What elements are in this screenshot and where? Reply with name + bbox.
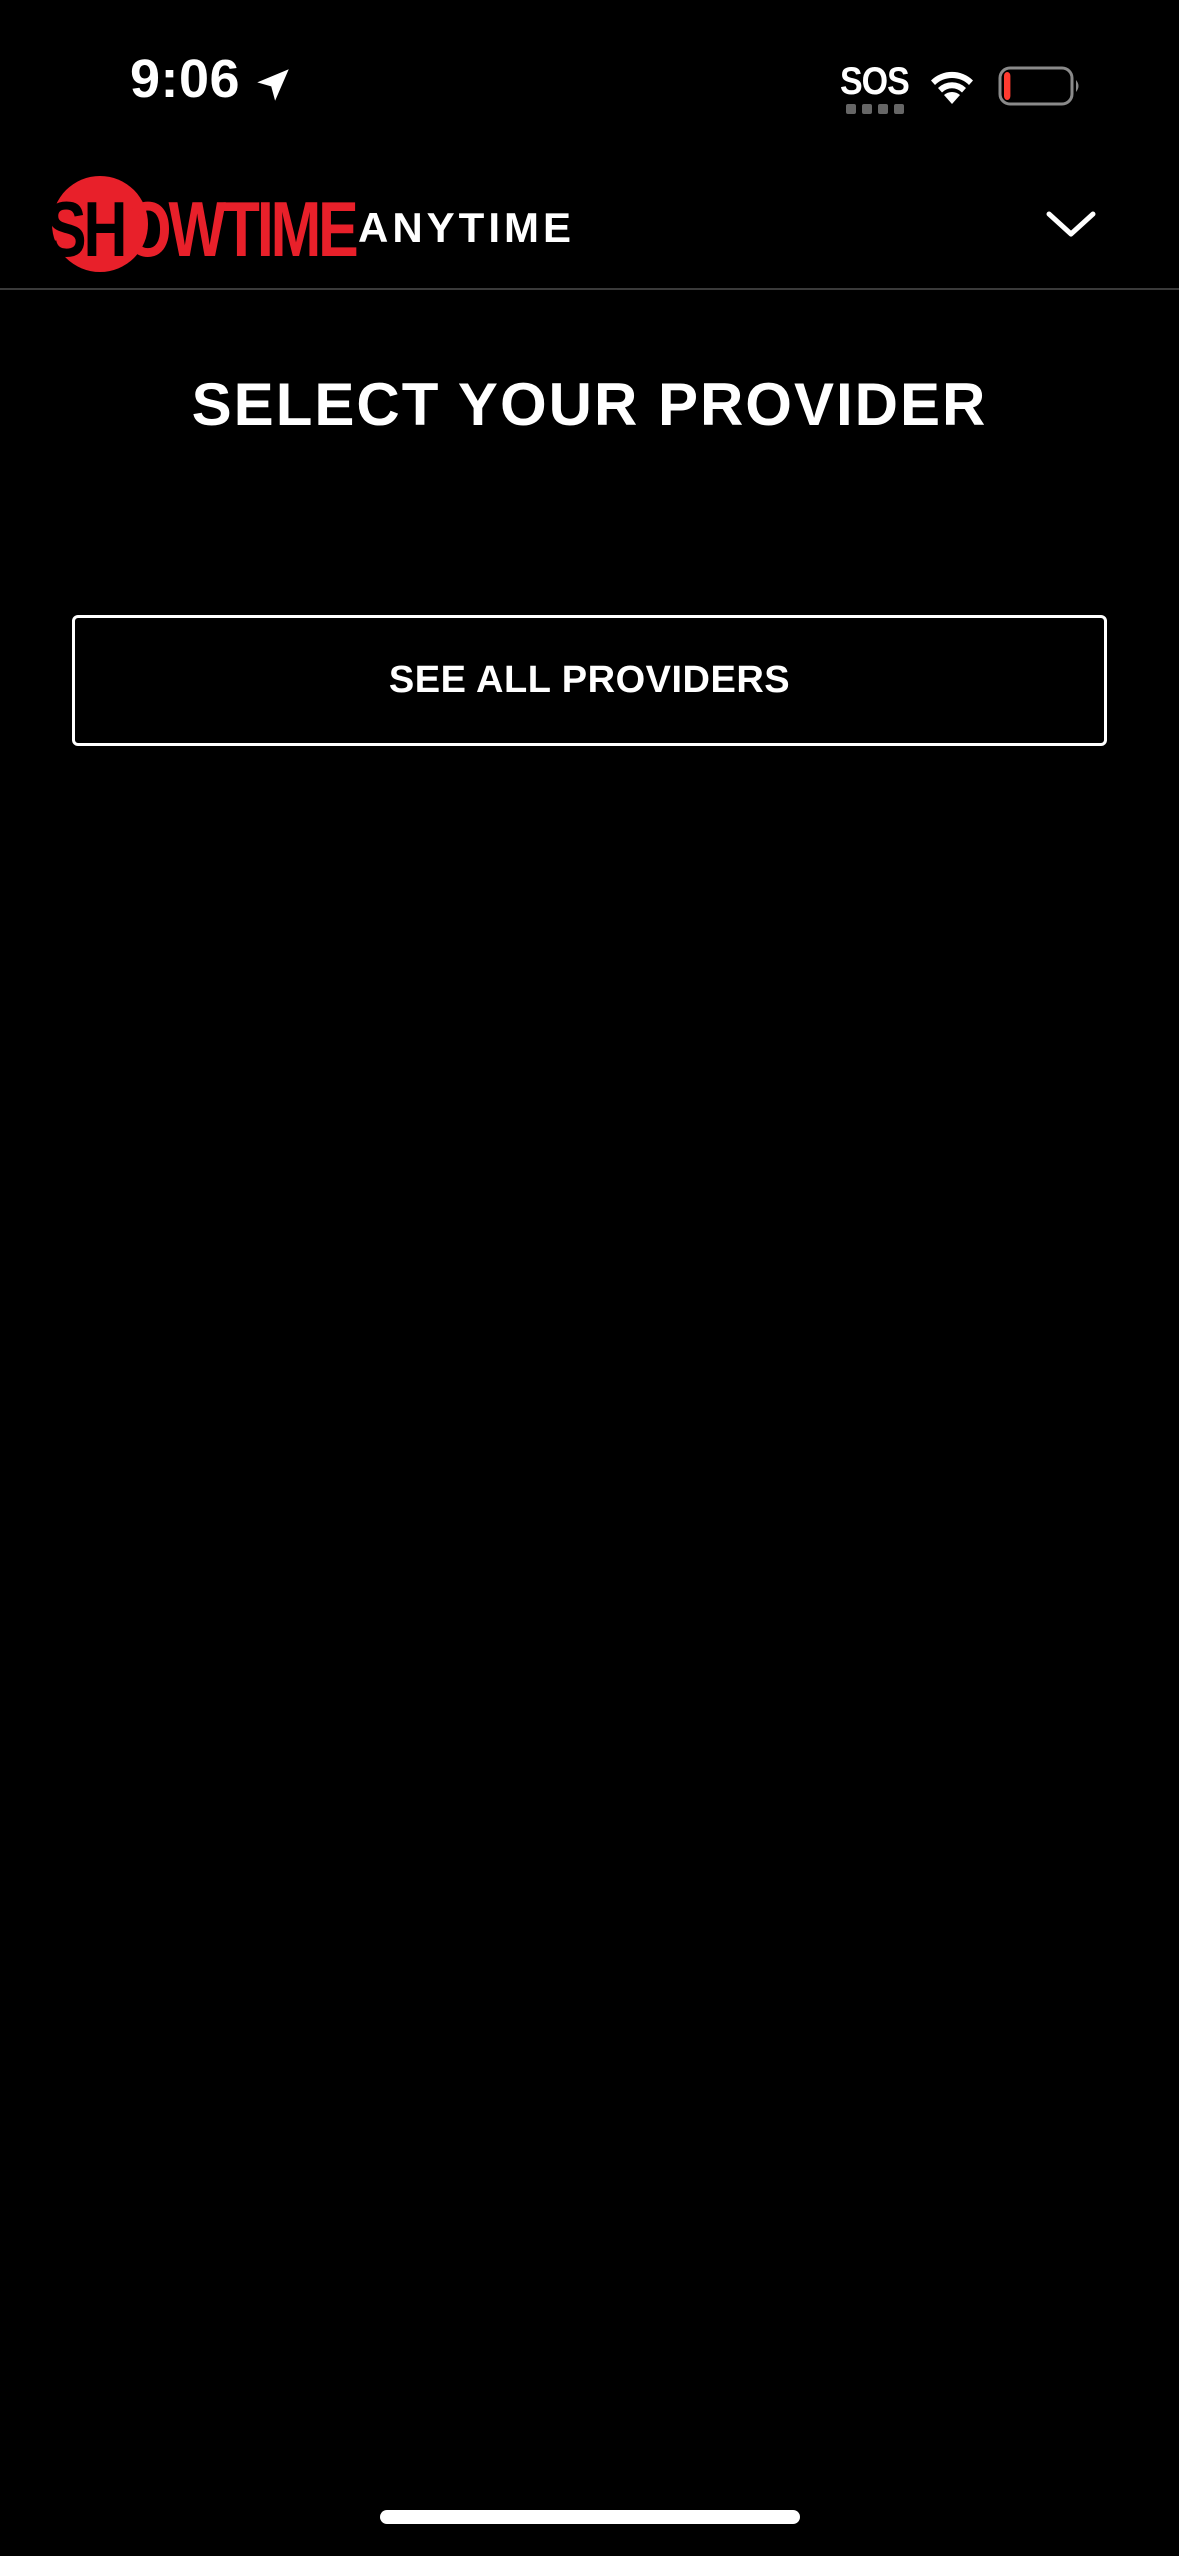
- app-header: SHOWTIME ANYTIME: [0, 150, 1179, 290]
- showtime-anytime-logo[interactable]: SHOWTIME ANYTIME: [46, 174, 571, 284]
- sos-label: SOS: [840, 59, 910, 104]
- chevron-down-icon[interactable]: [1044, 208, 1098, 240]
- page-title: SELECT YOUR PROVIDER: [191, 371, 988, 438]
- battery-low-icon: [998, 66, 1079, 106]
- location-arrow-icon: [257, 69, 289, 101]
- see-all-providers-label: SEE ALL PROVIDERS: [388, 659, 791, 701]
- logo-anytime-text: ANYTIME: [358, 204, 575, 251]
- signal-dots-icon: [846, 104, 904, 114]
- sos-indicator: SOS: [840, 62, 910, 118]
- wifi-icon: [931, 71, 973, 104]
- status-bar: 9:06 SOS: [0, 0, 1179, 150]
- home-indicator[interactable]: [380, 2510, 800, 2524]
- status-time: 9:06: [130, 49, 241, 109]
- see-all-providers-button[interactable]: SEE ALL PROVIDERS: [72, 615, 1107, 746]
- logo-wordmark: SHOWTIME: [46, 185, 359, 273]
